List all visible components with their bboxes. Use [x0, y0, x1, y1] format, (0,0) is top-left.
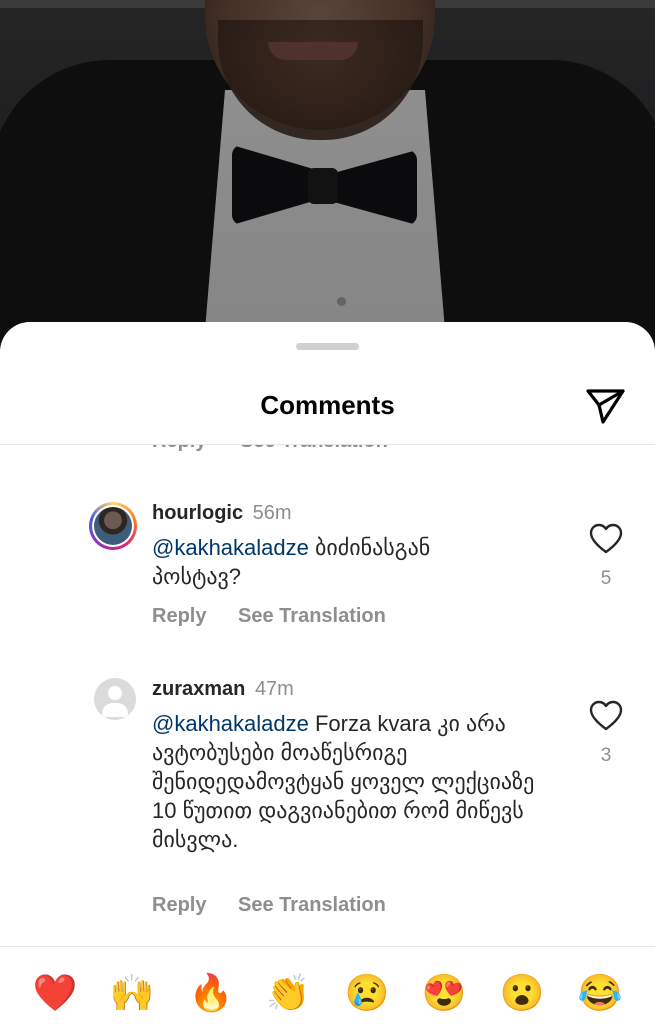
mention-link[interactable]: @kakhakaladze	[152, 535, 309, 560]
comment-text: @kakhakaladze Forza kvara კი არა ავტობუს…	[152, 709, 562, 854]
username[interactable]: hourlogic	[152, 502, 243, 524]
avatar[interactable]	[94, 678, 136, 720]
sheet-title: Comments	[260, 390, 395, 420]
comments-sheet: Reply See Translation Comments hourlogic…	[0, 322, 655, 1024]
sheet-drag-handle[interactable]	[296, 343, 359, 350]
heart-eyes-emoji[interactable]: 😍	[421, 970, 467, 1016]
timestamp: 47m	[254, 678, 294, 700]
avatar[interactable]	[89, 502, 137, 550]
sheet-header: Comments	[0, 322, 655, 444]
like-count: 5	[600, 568, 612, 589]
mention-link[interactable]: @kakhakaladze	[152, 711, 309, 736]
comment-text: @kakhakaladze ბიძინასგან პოსტავ?	[152, 533, 572, 591]
see-translation-button[interactable]: See Translation	[238, 605, 386, 627]
comment-actions: Reply See Translation	[152, 605, 412, 628]
heart-icon[interactable]	[589, 523, 623, 555]
clapping-hands-emoji[interactable]: 👏	[265, 970, 311, 1016]
heart-icon[interactable]	[589, 700, 623, 732]
comment-text-part: პოსტავ?	[152, 564, 242, 589]
crying-face-emoji[interactable]: 😢	[344, 970, 390, 1016]
comment-actions: Reply See Translation	[152, 894, 412, 917]
header-divider	[0, 444, 655, 445]
laughing-tears-emoji[interactable]: 😂	[577, 970, 623, 1016]
comment-text-part: ბიძინასგან	[308, 535, 431, 560]
fire-emoji[interactable]: 🔥	[188, 970, 234, 1016]
comment-header: zuraxman 47m	[152, 678, 294, 701]
surprised-face-emoji[interactable]: 😮	[499, 970, 545, 1016]
emoji-bar-divider	[0, 946, 655, 947]
quick-emoji-bar: ❤️ 🙌 🔥 👏 😢 😍 😮 😂	[0, 970, 655, 1020]
photo-dim-overlay	[0, 0, 655, 360]
user-photo	[94, 507, 132, 545]
like-count: 3	[600, 745, 612, 766]
default-avatar-head	[108, 686, 122, 700]
reply-button[interactable]: Reply	[152, 894, 206, 916]
reply-button[interactable]: Reply	[152, 605, 206, 627]
red-heart-emoji[interactable]: ❤️	[32, 970, 78, 1016]
paper-plane-icon[interactable]	[585, 386, 627, 426]
see-translation-button[interactable]: See Translation	[238, 894, 386, 916]
post-photo-background	[0, 0, 655, 360]
default-avatar-body	[102, 703, 128, 717]
raising-hands-emoji[interactable]: 🙌	[109, 970, 155, 1016]
comment-header: hourlogic 56m	[152, 502, 292, 525]
timestamp: 56m	[252, 502, 292, 524]
username[interactable]: zuraxman	[152, 678, 245, 700]
